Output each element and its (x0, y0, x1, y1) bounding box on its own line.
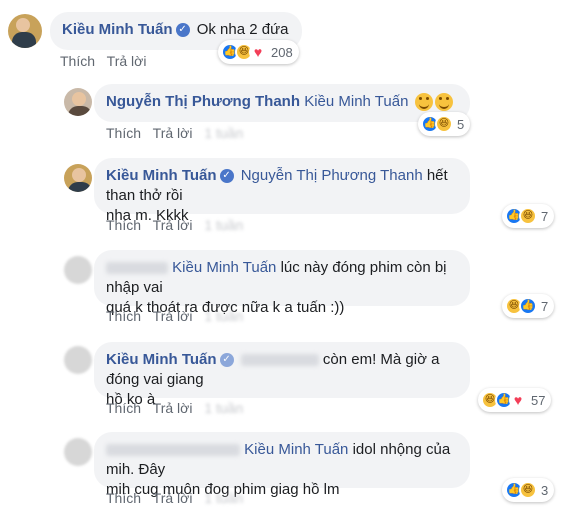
comment-bubble: Kiều Minh Tuấn lúc này đóng phim còn bị … (94, 250, 470, 316)
verified-icon: ✓ (219, 353, 234, 368)
comment-bubble: Kiều Minh Tuấn ✓ Nguyễn Thị Phương Thanh … (94, 158, 470, 224)
like-link[interactable]: Thích (60, 53, 95, 69)
redacted-name (106, 444, 240, 457)
reactions-summary[interactable]: 👍 😆 7 (502, 204, 555, 228)
like-link[interactable]: Thích (106, 490, 141, 506)
reactions-summary[interactable]: 😆 👍 7 (502, 294, 555, 318)
comment-actions: Thích Trả lời 1 tuần (106, 400, 251, 416)
reply-link[interactable]: Trả lời (153, 217, 193, 233)
like-link[interactable]: Thích (106, 217, 141, 233)
redacted-name (240, 354, 319, 367)
comment-author[interactable]: Kiều Minh Tuấn (106, 351, 217, 368)
avatar[interactable] (64, 438, 92, 466)
redacted-name (106, 262, 168, 275)
like-link[interactable]: Thích (106, 400, 141, 416)
reply-link[interactable]: Trả lời (153, 125, 193, 141)
comment-author[interactable]: Kiều Minh Tuấn (106, 167, 217, 184)
avatar[interactable] (8, 14, 42, 48)
verified-icon: ✓ (219, 169, 234, 184)
mention-link[interactable]: Kiều Minh Tuấn (172, 259, 276, 276)
love-reaction-icon: ♥ (509, 391, 527, 409)
reply-link[interactable]: Trả lời (153, 400, 193, 416)
reactions-summary[interactable]: 😆 👍 ♥ 57 (478, 388, 552, 412)
comment-author[interactable]: Nguyễn Thị Phương Thanh (106, 93, 300, 110)
reactions-summary[interactable]: 👍 😆 3 (502, 478, 555, 502)
haha-reaction-icon: 😆 (519, 481, 537, 499)
comment-actions: Thích Trả lời 1 tuần (106, 217, 251, 233)
reactions-summary[interactable]: 👍 😆 ♥ 208 (218, 40, 299, 64)
like-link[interactable]: Thích (106, 308, 141, 324)
like-link[interactable]: Thích (106, 125, 141, 141)
comment-time[interactable]: 1 tuần (204, 400, 243, 416)
comment-bubble: Kiều Minh Tuấn ✓ còn em! Mà giờ a đóng va… (94, 342, 470, 408)
reply-link[interactable]: Trả lời (107, 53, 147, 69)
smile-emoji-icon (414, 93, 433, 112)
comment-time[interactable]: 1 tuần (204, 125, 243, 141)
comment-author[interactable]: Kiều Minh Tuấn (62, 21, 173, 38)
reaction-count: 57 (531, 392, 546, 408)
comment-actions: Thích Trả lời 1 tuần (106, 490, 251, 506)
comment-time[interactable]: 1 tuần (204, 217, 243, 233)
reply-link[interactable]: Trả lời (153, 308, 193, 324)
comment-time[interactable]: 1 tuần (204, 308, 243, 324)
reaction-count: 3 (541, 482, 549, 498)
comment-time[interactable]: 1 tuần (204, 490, 243, 506)
avatar[interactable] (64, 256, 92, 284)
comment-bubble: Nguyễn Thị Phương Thanh Kiều Minh Tuấn (94, 84, 470, 122)
comment-actions: Thích Trả lời 1 tuần (106, 308, 251, 324)
comment-actions: Thích Trả lời 1 tuần (106, 125, 251, 141)
mention-link[interactable]: Nguyễn Thị Phương Thanh (241, 167, 423, 184)
haha-reaction-icon: 😆 (435, 115, 453, 133)
comment-bubble: Kiều Minh Tuấn idol nhộng của mih. Đây m… (94, 432, 470, 498)
reaction-count: 5 (457, 116, 465, 132)
avatar[interactable] (64, 88, 92, 116)
mention-link[interactable]: Kiều Minh Tuấn (304, 93, 408, 110)
avatar[interactable] (64, 164, 92, 192)
reaction-count: 7 (541, 298, 549, 314)
smile-emoji-icon (434, 93, 453, 112)
haha-reaction-icon: 😆 (519, 207, 537, 225)
verified-icon: ✓ (175, 23, 190, 38)
reaction-count: 208 (271, 44, 293, 60)
comment-actions: Thích Trả lời (60, 53, 154, 69)
like-reaction-icon: 👍 (519, 297, 537, 315)
reaction-count: 7 (541, 208, 549, 224)
reactions-summary[interactable]: 👍 😆 5 (418, 112, 471, 136)
comment-text: Ok nha 2 đứa (196, 21, 289, 38)
love-reaction-icon: ♥ (249, 43, 267, 61)
avatar[interactable] (64, 346, 92, 374)
mention-link[interactable]: Kiều Minh Tuấn (244, 441, 348, 458)
reply-link[interactable]: Trả lời (153, 490, 193, 506)
